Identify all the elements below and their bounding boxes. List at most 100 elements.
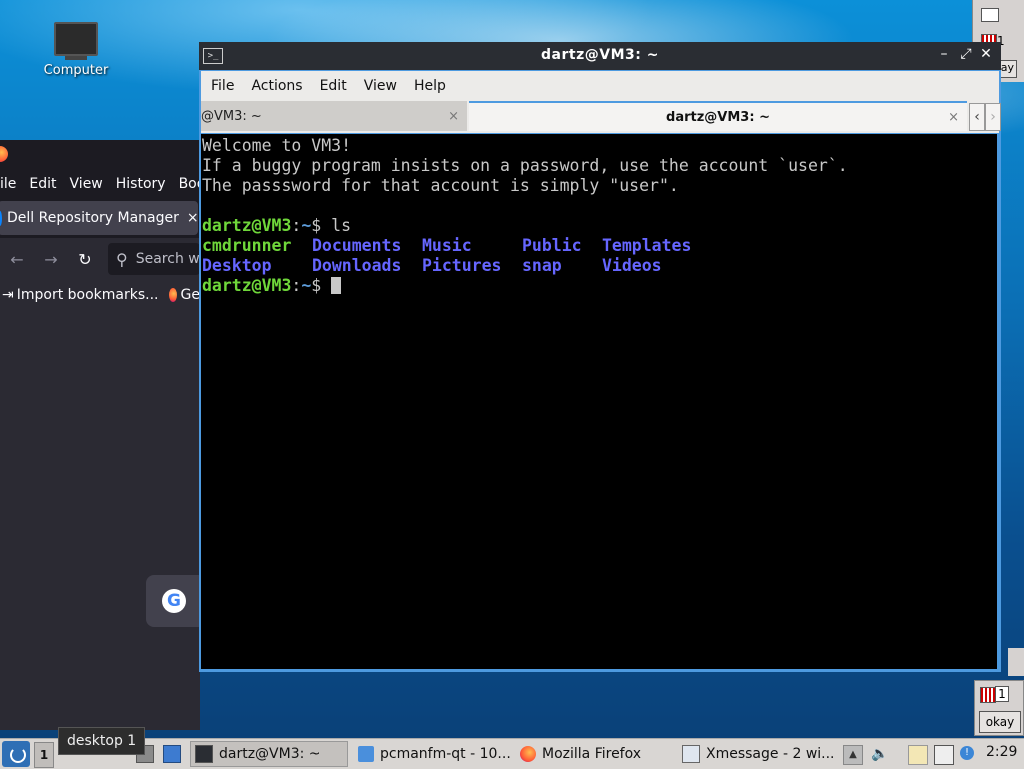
firefox-navbar: ← → ↻ ⚲ Search w	[0, 238, 200, 280]
tab-label: @VM3: ~	[201, 108, 262, 124]
tab-close-icon[interactable]: ×	[448, 109, 459, 124]
clipboard-icon[interactable]	[908, 745, 928, 765]
taskbar-item-xmessage[interactable]: Xmessage - 2 wi...	[678, 741, 838, 767]
start-menu-button[interactable]	[2, 741, 30, 767]
text-cursor	[331, 277, 342, 294]
tray-arrow-icon[interactable]: ▲	[843, 745, 863, 765]
menu-view[interactable]: View	[364, 78, 397, 94]
desktop-icon-label: Computer	[43, 63, 109, 78]
window-title: dartz@VM3: ~	[541, 47, 659, 63]
prompt-cwd: ~	[301, 276, 312, 295]
forward-icon[interactable]: →	[34, 250, 68, 269]
folder-icon	[358, 746, 374, 762]
google-icon: G	[162, 589, 186, 613]
tab-label: dartz@VM3: ~	[666, 109, 770, 125]
menu-file[interactable]: ile	[0, 176, 16, 192]
ls-entry: Documents	[312, 236, 402, 255]
terminal-menubar: File Actions Edit View Help	[201, 71, 999, 101]
ls-entry: Pictures	[422, 256, 502, 275]
ls-entry: Public	[522, 236, 582, 255]
terminal-tab-1[interactable]: @VM3: ~ ×	[201, 101, 467, 131]
terminal-line: The passsword for that account is simply…	[202, 176, 679, 195]
network-icon[interactable]	[934, 745, 954, 765]
ls-entry: Templates	[602, 236, 692, 255]
google-shortcut-tile[interactable]: G	[146, 575, 206, 627]
xmessage-okay-button[interactable]: okay	[979, 711, 1021, 733]
ls-entry: Desktop	[202, 256, 272, 275]
tab-close-icon[interactable]: ×	[187, 210, 199, 226]
ls-entry: Videos	[602, 256, 662, 275]
menu-help[interactable]: Help	[414, 78, 446, 94]
url-search-input[interactable]: ⚲ Search w	[108, 243, 200, 275]
import-icon: ⇥	[2, 287, 14, 303]
prompt-cwd: ~	[301, 216, 312, 235]
prompt-user: dartz@VM3	[202, 216, 292, 235]
terminal-icon	[195, 745, 213, 763]
firefox-content	[0, 310, 200, 730]
terminal-tab-2[interactable]: dartz@VM3: ~ ×	[469, 101, 967, 131]
bookmark-getting-started[interactable]: Ge	[181, 287, 200, 303]
menu-file[interactable]: File	[211, 78, 234, 94]
taskbar-item-firefox[interactable]: Mozilla Firefox	[516, 741, 676, 767]
firefox-icon	[168, 288, 177, 302]
firefox-tab-dell[interactable]: Dell Repository Manager ×	[0, 201, 199, 235]
terminal-tabbar: @VM3: ~ × dartz@VM3: ~ × ‹ ›	[201, 101, 1001, 133]
xmessage-window[interactable]: 1 okay	[974, 680, 1024, 736]
firefox-icon	[0, 146, 8, 162]
xmessage-number: 1	[995, 686, 1009, 702]
ls-output-row: cmdrunner Documents Music Public Templates	[202, 236, 997, 256]
notification-icon[interactable]: !	[960, 746, 974, 760]
taskbar: 1 dartz@VM3: ~ pcmanfm-qt - 10... Mozill…	[0, 738, 1024, 769]
firefox-icon	[520, 746, 536, 762]
command-text: ls	[331, 216, 352, 235]
terminal-line: If a buggy program insists on a password…	[202, 156, 848, 175]
menu-edit[interactable]: Edit	[29, 176, 56, 192]
monitor-icon	[54, 22, 98, 56]
minimize-icon[interactable]: –	[935, 46, 953, 62]
back-icon[interactable]: ←	[0, 250, 34, 269]
firefox-tabbar: Dell Repository Manager ×	[0, 198, 200, 238]
barcode-icon	[980, 687, 996, 703]
volume-icon[interactable]: 🔈	[871, 745, 889, 763]
close-icon[interactable]: ✕	[977, 46, 995, 62]
taskbar-item-pcmanfm[interactable]: pcmanfm-qt - 10...	[354, 741, 514, 767]
ls-entry: cmdrunner	[202, 236, 292, 255]
firefox-titlebar[interactable]	[0, 140, 200, 170]
terminal-screen[interactable]: Welcome to VM3! If a buggy program insist…	[201, 134, 997, 669]
terminal-titlebar[interactable]: >_ dartz@VM3: ~ – ⤢ ✕	[199, 42, 1001, 70]
terminal-window[interactable]: >_ dartz@VM3: ~ – ⤢ ✕ File Actions Edit …	[199, 42, 1001, 672]
bookmark-import[interactable]: Import bookmarks...	[17, 287, 159, 303]
firefox-menubar: ile Edit View History Boo	[0, 170, 200, 198]
ls-entry: Downloads	[312, 256, 402, 275]
tab-scroll-left-icon[interactable]: ‹	[969, 103, 985, 131]
menu-view[interactable]: View	[70, 176, 103, 192]
desktop-switcher[interactable]: 1	[34, 742, 54, 768]
ls-entry: Music	[422, 236, 472, 255]
desktop-icon-computer[interactable]: Computer	[36, 22, 116, 78]
search-icon: ⚲	[116, 249, 128, 269]
window-icon	[981, 8, 999, 22]
tab-close-icon[interactable]: ×	[948, 110, 959, 125]
terminal-line: Welcome to VM3!	[202, 136, 352, 155]
firefox-window[interactable]: ile Edit View History Boo Dell Repositor…	[0, 140, 200, 730]
prompt-line: dartz@VM3:~$ ls	[202, 216, 352, 235]
menu-edit[interactable]: Edit	[320, 78, 347, 94]
tab-scroll-right-icon[interactable]: ›	[985, 103, 1001, 131]
reload-icon[interactable]: ↻	[68, 250, 102, 269]
prompt-line: dartz@VM3:~$	[202, 276, 997, 296]
desktop-tooltip: desktop 1	[58, 727, 146, 755]
window-icon	[682, 745, 700, 763]
maximize-icon[interactable]: ⤢	[957, 46, 975, 62]
ls-entry: snap	[522, 256, 562, 275]
menu-bookmarks[interactable]: Boo	[179, 176, 200, 192]
prompt-user: dartz@VM3	[202, 276, 292, 295]
file-manager-icon[interactable]	[163, 745, 181, 763]
taskbar-item-terminal[interactable]: dartz@VM3: ~	[190, 741, 348, 767]
menu-actions[interactable]: Actions	[251, 78, 302, 94]
dell-icon	[0, 210, 2, 226]
tab-title: Dell Repository Manager	[7, 210, 179, 226]
menu-history[interactable]: History	[116, 176, 166, 192]
clock[interactable]: 2:29	[986, 744, 1017, 760]
search-placeholder: Search w	[135, 251, 200, 267]
bookmarks-toolbar: ⇥ Import bookmarks... Ge	[0, 280, 200, 311]
